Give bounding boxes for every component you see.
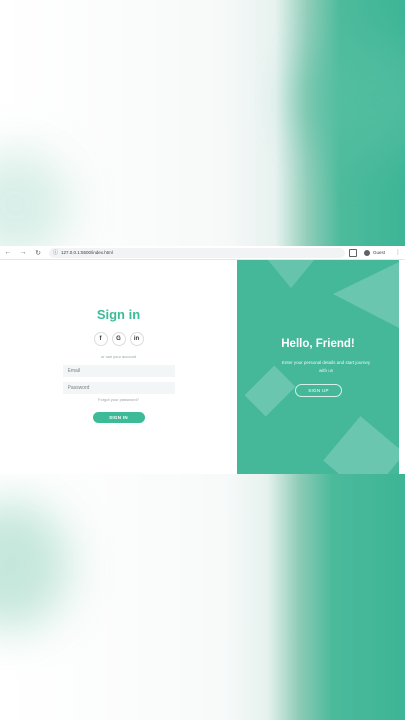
or-use-account-text: or use your account — [100, 354, 137, 359]
site-info-icon[interactable]: ⓘ — [53, 249, 58, 256]
decor-triangle — [263, 260, 319, 288]
facebook-icon[interactable]: f — [93, 332, 108, 346]
signin-panel: Sign in f G in or use your account Forgo… — [0, 260, 237, 474]
profile-name: Guest — [372, 250, 385, 255]
decor-triangle — [333, 260, 399, 330]
email-field[interactable] — [62, 365, 175, 377]
forward-icon[interactable]: → — [16, 246, 30, 260]
reload-icon[interactable]: ↻ — [31, 246, 45, 260]
forgot-password-link[interactable]: Forgot your password? — [98, 397, 139, 402]
overlay-description: Enter your personal details and start jo… — [281, 360, 371, 373]
google-icon[interactable]: G — [111, 332, 126, 346]
social-buttons: f G in — [93, 332, 144, 346]
signin-title: Sign in — [96, 307, 141, 322]
page-edge — [399, 260, 405, 474]
side-panel-icon[interactable] — [348, 248, 357, 257]
sign-up-button[interactable]: SIGN UP — [295, 384, 342, 397]
overlay-panel: Hello, Friend! Enter your personal detai… — [237, 260, 399, 474]
browser-toolbar: ← → ↻ ⓘ 127.0.0.1:5500/index.html Guest … — [0, 246, 405, 260]
sign-in-button[interactable]: SIGN IN — [92, 412, 145, 423]
back-icon[interactable]: ← — [1, 246, 15, 260]
overlay-title: Hello, Friend! — [281, 338, 355, 350]
avatar-icon — [363, 249, 370, 256]
address-text: 127.0.0.1:5500/index.html — [61, 250, 113, 255]
menu-kebab-icon[interactable]: ⋮ — [395, 249, 401, 256]
decor-square — [323, 416, 399, 474]
address-bar[interactable]: ⓘ 127.0.0.1:5500/index.html — [49, 247, 345, 258]
linkedin-icon[interactable]: in — [129, 332, 144, 346]
profile-button[interactable]: Guest — [363, 249, 385, 256]
login-page: Sign in f G in or use your account Forgo… — [0, 260, 405, 474]
password-field[interactable] — [62, 382, 175, 394]
